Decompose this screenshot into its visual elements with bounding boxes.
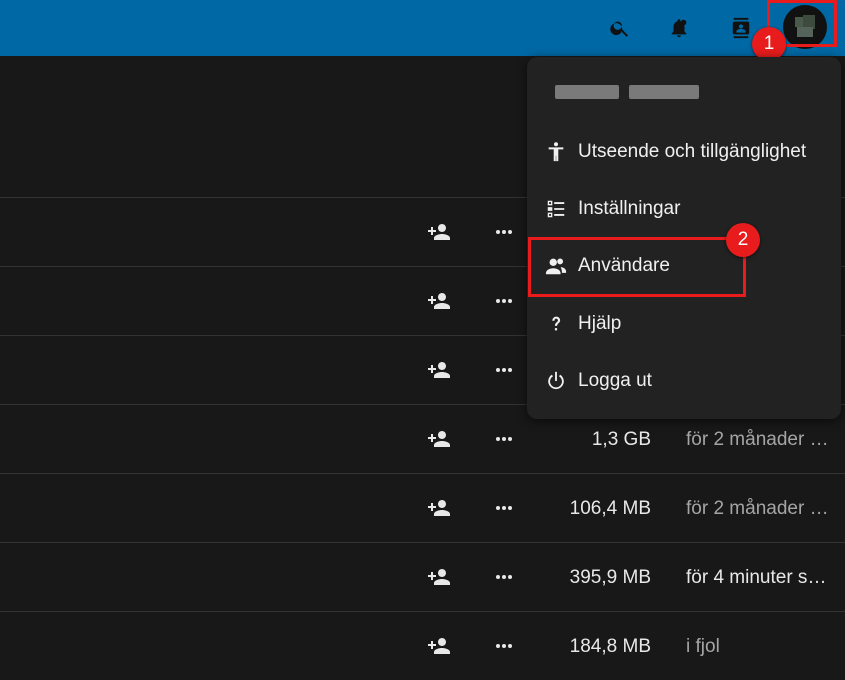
- share-icon[interactable]: [427, 220, 451, 244]
- file-modified: för 2 månader sedan: [686, 429, 831, 450]
- menu-item-appearance[interactable]: Utseende och tillgänglighet: [527, 125, 841, 181]
- file-size: 106,4 MB: [569, 498, 651, 519]
- menu-item-help[interactable]: Hjälp: [527, 297, 841, 353]
- power-icon: [545, 370, 567, 392]
- help-icon: [545, 313, 567, 335]
- file-size: 1,3 GB: [591, 429, 651, 450]
- more-actions-icon[interactable]: [492, 289, 516, 313]
- search-icon[interactable]: [602, 10, 638, 46]
- menu-item-label: Inställningar: [578, 198, 681, 219]
- step-badge-1: 1: [752, 27, 786, 61]
- settings-list-icon: [545, 198, 567, 220]
- share-icon[interactable]: [427, 565, 451, 589]
- menu-item-settings[interactable]: Inställningar: [527, 182, 841, 238]
- table-row[interactable]: 395,9 MB för 4 minuter sedan: [0, 542, 845, 611]
- menu-item-label: Utseende och tillgänglighet: [578, 141, 807, 162]
- file-modified: för 4 minuter sedan: [686, 567, 831, 588]
- highlight-box-users: [528, 237, 746, 297]
- top-header: [0, 0, 845, 56]
- share-icon[interactable]: [427, 358, 451, 382]
- accessibility-icon: [545, 141, 567, 163]
- share-icon[interactable]: [427, 634, 451, 658]
- step-badge-2: 2: [726, 223, 760, 257]
- more-actions-icon[interactable]: [492, 634, 516, 658]
- notifications-icon[interactable]: [661, 10, 697, 46]
- file-size: 395,9 MB: [569, 567, 651, 588]
- menu-item-logout[interactable]: Logga ut: [527, 354, 841, 410]
- more-actions-icon[interactable]: [492, 565, 516, 589]
- user-display-name: [555, 85, 699, 99]
- table-row[interactable]: 184,8 MB i fjol: [0, 611, 845, 680]
- more-actions-icon[interactable]: [492, 496, 516, 520]
- share-icon[interactable]: [427, 496, 451, 520]
- table-row[interactable]: 106,4 MB för 2 månader sedan: [0, 473, 845, 542]
- file-modified: i fjol: [686, 636, 720, 657]
- share-icon[interactable]: [427, 289, 451, 313]
- more-actions-icon[interactable]: [492, 358, 516, 382]
- more-actions-icon[interactable]: [492, 427, 516, 451]
- file-size: 184,8 MB: [569, 636, 651, 657]
- menu-item-label: Logga ut: [578, 370, 652, 391]
- menu-item-label: Hjälp: [578, 313, 622, 334]
- file-modified: för 2 månader sedan: [686, 498, 831, 519]
- share-icon[interactable]: [427, 427, 451, 451]
- more-actions-icon[interactable]: [492, 220, 516, 244]
